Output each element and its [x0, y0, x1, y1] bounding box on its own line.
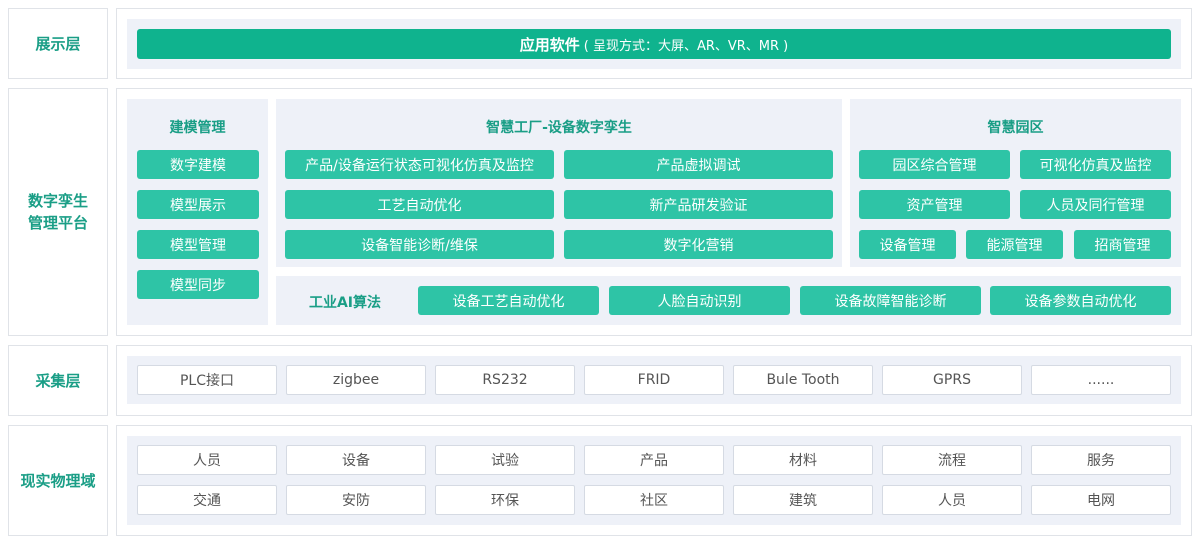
park-item[interactable]: 人员及同行管理 — [1020, 190, 1171, 219]
collect-item[interactable]: ...... — [1031, 365, 1171, 395]
park-item[interactable]: 园区综合管理 — [859, 150, 1010, 179]
smart-factory-title: 智慧工厂-设备数字孪生 — [486, 120, 632, 136]
application-software-detail: ( 呈现方式：大屏、AR、VR、MR ) — [583, 38, 789, 54]
application-software-title: 应用软件 — [519, 35, 580, 54]
park-item[interactable]: 能源管理 — [966, 230, 1063, 259]
physical-item[interactable]: 人员 — [137, 445, 277, 475]
modeling-item[interactable]: 模型同步 — [137, 270, 259, 299]
physical-item[interactable]: 建筑 — [733, 485, 873, 515]
modeling-item[interactable]: 模型展示 — [137, 190, 259, 219]
layer-label-twin-text: 数字孪生 管理平台 — [27, 192, 88, 232]
park-item[interactable]: 招商管理 — [1074, 230, 1171, 259]
factory-item[interactable]: 数字化营销 — [564, 230, 833, 259]
physical-item[interactable]: 社区 — [584, 485, 724, 515]
layer-label-display-text: 展示层 — [35, 34, 81, 53]
physical-item[interactable]: 环保 — [435, 485, 575, 515]
collect-item[interactable]: GPRS — [882, 365, 1022, 395]
park-item[interactable]: 可视化仿真及监控 — [1020, 150, 1171, 179]
layer-label-display: 展示层 — [8, 8, 108, 79]
park-item[interactable]: 资产管理 — [859, 190, 1010, 219]
physical-item[interactable]: 试验 — [435, 445, 575, 475]
park-item[interactable]: 设备管理 — [859, 230, 956, 259]
ai-item[interactable]: 设备工艺自动优化 — [418, 286, 599, 315]
industrial-ai-title: 工业AI算法 — [308, 295, 382, 311]
layer-label-twin: 数字孪生 管理平台 — [8, 88, 108, 336]
physical-item[interactable]: 服务 — [1031, 445, 1171, 475]
layer-label-collect-text: 采集层 — [35, 371, 81, 390]
application-software-bar[interactable]: 应用软件 ( 呈现方式：大屏、AR、VR、MR ) — [137, 29, 1171, 59]
ai-item[interactable]: 设备故障智能诊断 — [800, 286, 981, 315]
physical-item[interactable]: 设备 — [286, 445, 426, 475]
ai-item[interactable]: 设备参数自动优化 — [990, 286, 1171, 315]
modeling-item[interactable]: 数字建模 — [137, 150, 259, 179]
layer-label-collect: 采集层 — [8, 345, 108, 416]
collect-item[interactable]: RS232 — [435, 365, 575, 395]
factory-item[interactable]: 产品虚拟调试 — [564, 150, 833, 179]
factory-item[interactable]: 设备智能诊断/维保 — [285, 230, 554, 259]
modeling-title: 建模管理 — [169, 120, 226, 136]
physical-item[interactable]: 人员 — [882, 485, 1022, 515]
physical-item[interactable]: 安防 — [286, 485, 426, 515]
smart-park-title: 智慧园区 — [987, 120, 1044, 136]
collect-item[interactable]: FRID — [584, 365, 724, 395]
physical-item[interactable]: 产品 — [584, 445, 724, 475]
collect-item[interactable]: Bule Tooth — [733, 365, 873, 395]
factory-item[interactable]: 工艺自动优化 — [285, 190, 554, 219]
collect-item[interactable]: zigbee — [286, 365, 426, 395]
modeling-item[interactable]: 模型管理 — [137, 230, 259, 259]
physical-item[interactable]: 电网 — [1031, 485, 1171, 515]
factory-item[interactable]: 产品/设备运行状态可视化仿真及监控 — [285, 150, 554, 179]
collect-item[interactable]: PLC接口 — [137, 365, 277, 395]
physical-item[interactable]: 材料 — [733, 445, 873, 475]
physical-item[interactable]: 流程 — [882, 445, 1022, 475]
ai-item[interactable]: 人脸自动识别 — [609, 286, 790, 315]
physical-item[interactable]: 交通 — [137, 485, 277, 515]
layer-label-physical-text: 现实物理域 — [20, 471, 96, 490]
layer-label-physical: 现实物理域 — [8, 425, 108, 536]
factory-item[interactable]: 新产品研发验证 — [564, 190, 833, 219]
